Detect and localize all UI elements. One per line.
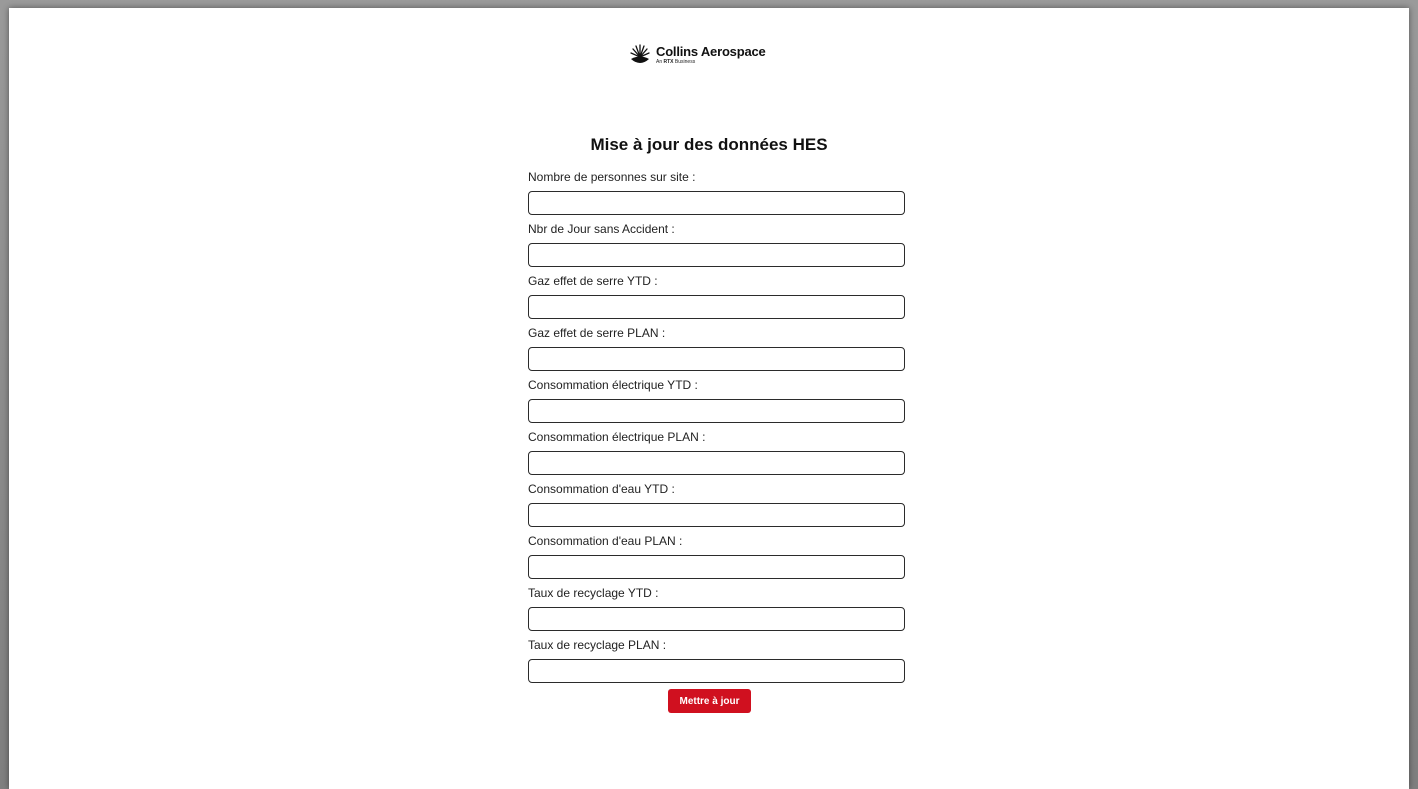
field-conso-elec-ytd: Consommation électrique YTD :	[528, 377, 905, 429]
conso-eau-plan-input[interactable]	[528, 555, 905, 579]
field-label: Nbr de Jour sans Accident :	[528, 222, 675, 236]
ges-ytd-input[interactable]	[528, 295, 905, 319]
field-label: Consommation d'eau PLAN :	[528, 534, 683, 548]
update-button[interactable]: Mettre à jour	[668, 689, 751, 713]
ges-plan-input[interactable]	[528, 347, 905, 371]
field-label: Gaz effet de serre PLAN :	[528, 326, 666, 340]
recyclage-ytd-input[interactable]	[528, 607, 905, 631]
brand-name: Collins Aerospace	[656, 44, 766, 59]
sunburst-logo-icon	[630, 44, 650, 63]
field-conso-eau-ytd: Consommation d'eau YTD :	[528, 481, 905, 533]
personnes-site-input[interactable]	[528, 191, 905, 215]
field-personnes-site: Nombre de personnes sur site :	[528, 169, 905, 221]
hes-update-form: Nombre de personnes sur site : Nbr de Jo…	[528, 169, 905, 689]
field-recyclage-plan: Taux de recyclage PLAN :	[528, 637, 905, 689]
brand-logo: Collins Aerospace An RTX Business	[628, 38, 798, 72]
conso-elec-plan-input[interactable]	[528, 451, 905, 475]
brand-tagline-prefix: An	[656, 59, 664, 65]
field-ges-plan: Gaz effet de serre PLAN :	[528, 325, 905, 377]
field-label: Consommation électrique YTD :	[528, 378, 698, 392]
field-conso-eau-plan: Consommation d'eau PLAN :	[528, 533, 905, 585]
field-recyclage-ytd: Taux de recyclage YTD :	[528, 585, 905, 637]
brand-tagline: An RTX Business	[656, 60, 766, 65]
field-jours-sans-accident: Nbr de Jour sans Accident :	[528, 221, 905, 273]
recyclage-plan-input[interactable]	[528, 659, 905, 683]
field-label: Taux de recyclage YTD :	[528, 586, 659, 600]
field-label: Consommation électrique PLAN :	[528, 430, 706, 444]
jours-sans-accident-input[interactable]	[528, 243, 905, 267]
conso-elec-ytd-input[interactable]	[528, 399, 905, 423]
page-title: Mise à jour des données HES	[590, 135, 828, 154]
submit-container: Mettre à jour	[668, 689, 751, 713]
field-label: Taux de recyclage PLAN :	[528, 638, 667, 652]
brand-tagline-suffix: Business	[673, 59, 696, 65]
field-ges-ytd: Gaz effet de serre YTD :	[528, 273, 905, 325]
conso-eau-ytd-input[interactable]	[528, 503, 905, 527]
field-label: Gaz effet de serre YTD :	[528, 274, 658, 288]
field-label: Consommation d'eau YTD :	[528, 482, 675, 496]
field-conso-elec-plan: Consommation électrique PLAN :	[528, 429, 905, 481]
brand-tagline-bold: RTX	[663, 59, 674, 65]
field-label: Nombre de personnes sur site :	[528, 170, 696, 184]
